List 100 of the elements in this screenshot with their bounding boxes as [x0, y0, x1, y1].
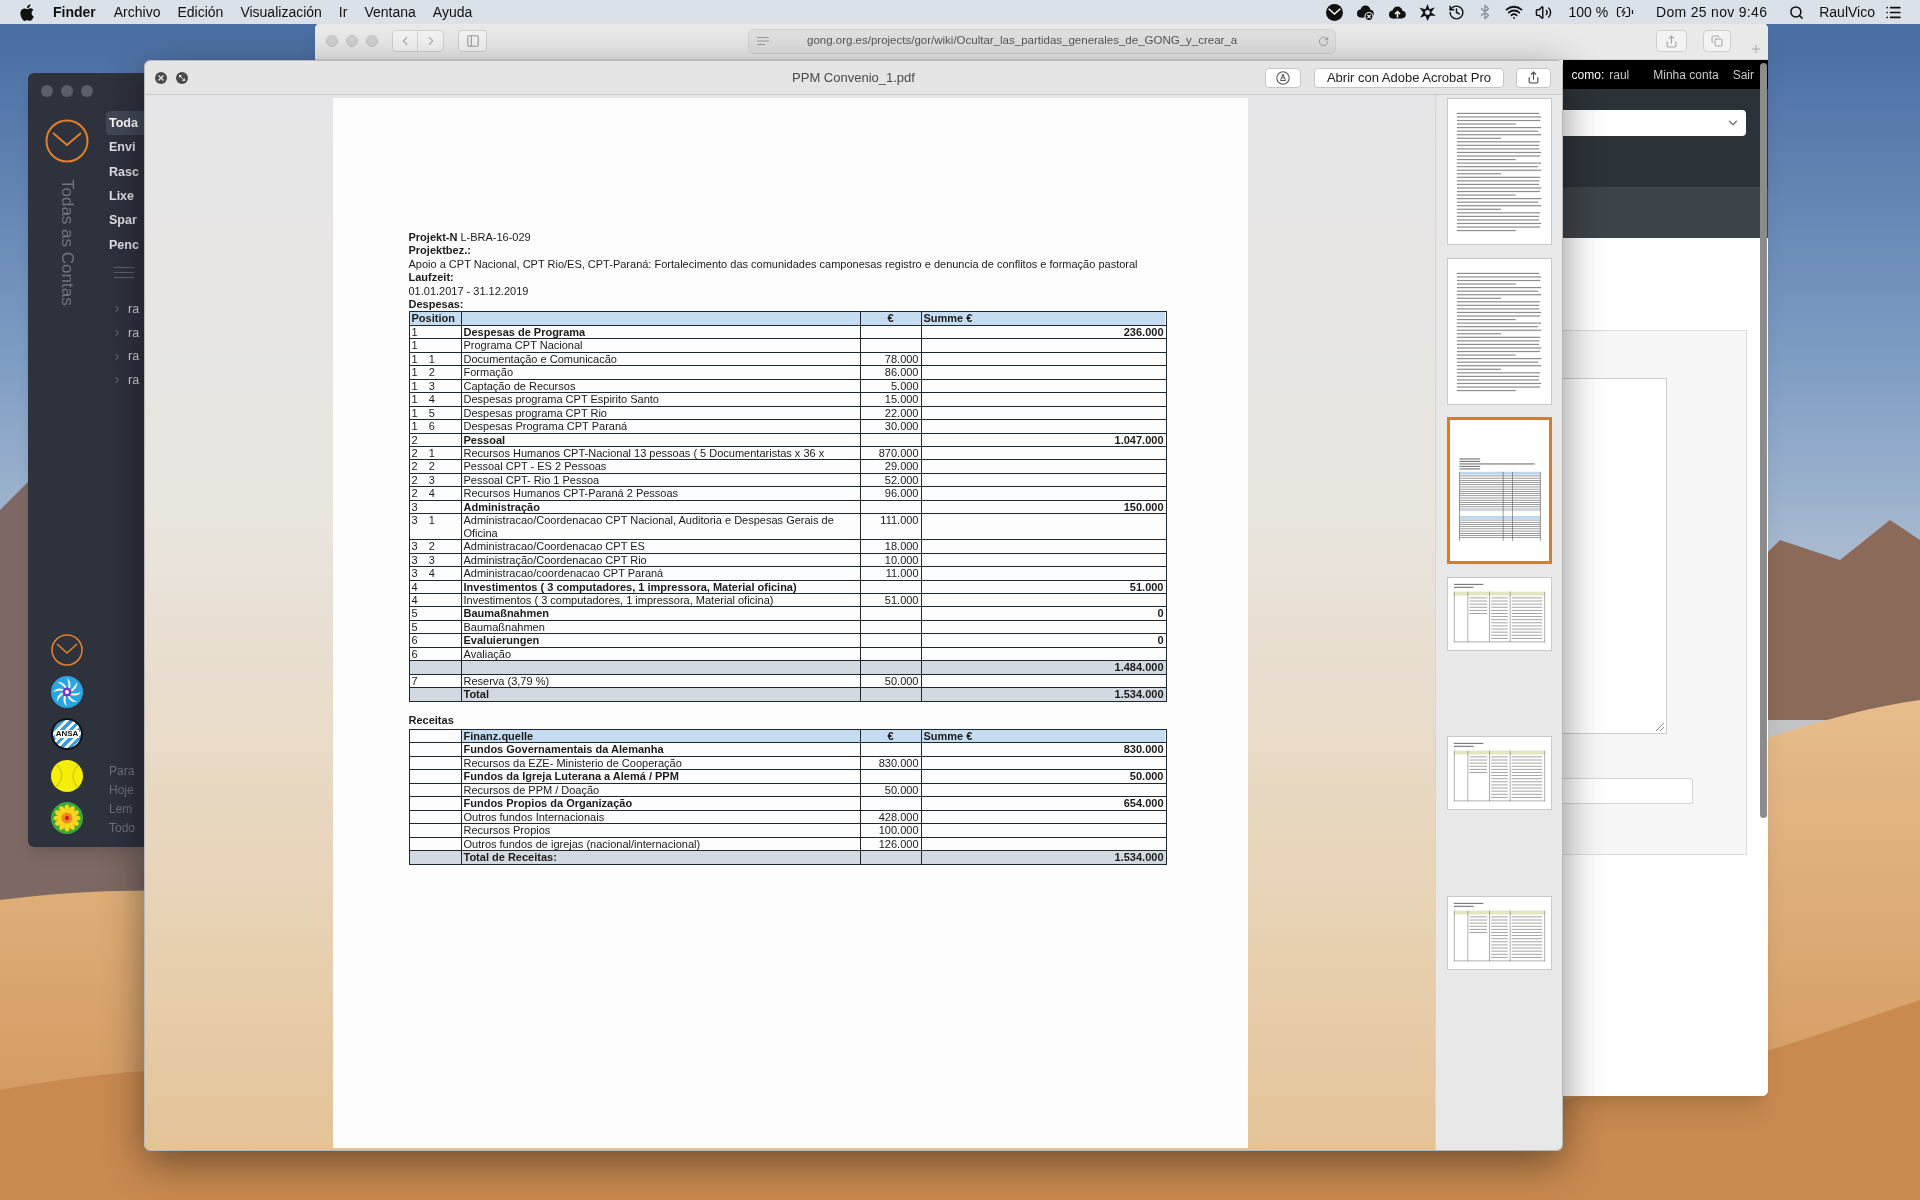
mailbox-item[interactable]: Rasc [106, 159, 144, 185]
table-cell: Investimentos ( 3 computadores, 1 impressora, Material oficina) [461, 593, 861, 607]
table-cell: 22.000 [860, 406, 922, 420]
table-cell: 3 3 [409, 553, 462, 567]
mailbox-item[interactable]: Lixe [106, 184, 144, 209]
table-cell: 52.000 [860, 473, 922, 487]
close-window-button[interactable] [326, 35, 338, 47]
table-cell: 2 [409, 433, 462, 446]
sidebar-title: Todas as Contas [58, 179, 76, 306]
star-burst-icon[interactable] [1419, 3, 1437, 21]
table-cell: 1 [409, 339, 462, 352]
tabs-button[interactable] [1703, 30, 1731, 52]
zoom-window-button[interactable] [80, 85, 93, 97]
cloud-x-icon[interactable] [1355, 3, 1376, 21]
field-label: Projektbez.: [408, 244, 471, 257]
field-value: 01.01.2017 - 31.12.2019 [408, 284, 529, 297]
account-item[interactable]: ra [128, 347, 140, 366]
field-label: Laufzeit: [408, 271, 454, 284]
table-cell: Outros fundos Internacionais [461, 810, 861, 824]
table-cell: 3 [409, 500, 462, 514]
menu-item[interactable]: Ventana [364, 1, 416, 23]
table-cell: 2 4 [409, 487, 462, 500]
reload-icon[interactable] [1318, 35, 1329, 47]
minimize-window-button[interactable] [346, 35, 358, 47]
apple-logo-icon[interactable] [20, 3, 34, 21]
input-field[interactable] [1563, 778, 1693, 804]
open-with-button[interactable]: Abrir con Adobe Acrobat Pro [1313, 67, 1504, 88]
search-icon[interactable] [1789, 4, 1805, 20]
page-thumbnail[interactable] [1446, 417, 1552, 565]
menu-item[interactable]: Edición [177, 1, 224, 23]
table-cell: Recursos Propios [461, 824, 861, 837]
table-cell: 1 [409, 325, 462, 339]
chevron-right-icon[interactable] [112, 351, 122, 362]
zoom-window-button[interactable] [366, 35, 378, 47]
close-button[interactable] [155, 71, 167, 84]
sunflower-icon[interactable] [51, 802, 83, 834]
mailbox-item[interactable]: Envi [106, 135, 144, 160]
page-thumbnail[interactable] [1446, 576, 1552, 651]
table-cell: Baumaßnahmen [461, 620, 861, 634]
menu-item[interactable]: Ir [338, 1, 348, 23]
speaker-icon[interactable] [1535, 3, 1553, 21]
close-window-button[interactable] [40, 85, 53, 97]
clock-arrow-icon[interactable] [1448, 3, 1466, 21]
table-cell: Evaluierungen [461, 634, 861, 647]
fullscreen-button[interactable] [176, 71, 188, 84]
scrollbar-thumb[interactable] [1760, 63, 1767, 818]
table-cell: 96.000 [860, 487, 922, 500]
nav-link[interactable]: Minha conta [1653, 65, 1719, 84]
page-thumbnail[interactable] [1446, 98, 1552, 245]
table-cell-text: 236.000 [1122, 325, 1165, 339]
menu-item[interactable]: Archivo [113, 1, 161, 23]
mailbox-item[interactable]: Toda [106, 111, 144, 136]
menu-clock[interactable]: Dom 25 nov 9:46 [1656, 1, 1768, 23]
table-cell-text: 654.000 [1122, 797, 1165, 810]
envelope-circle-icon[interactable] [1326, 3, 1344, 21]
chevron-right-icon[interactable] [112, 375, 122, 386]
text-lines-icon[interactable] [757, 37, 769, 45]
page-thumbnail[interactable] [1446, 895, 1552, 970]
account-item[interactable]: ra [128, 370, 140, 390]
sidebar-button[interactable] [458, 30, 487, 52]
page-thumbnail[interactable] [1446, 736, 1552, 811]
table-cell: Avaliação [461, 647, 861, 661]
user-name[interactable]: RaulVico [1819, 1, 1875, 23]
new-tab-icon[interactable] [1750, 43, 1762, 55]
account-avatar[interactable]: ANSA [51, 718, 83, 750]
field-value: Apoio a CPT Nacional, CPT Rio/ES, CPT-Paraná: Fortalecimento das comunidades camponesas registro e denuncia de conflitos e formação pastoral [408, 257, 1138, 270]
user-link[interactable]: raul [1609, 65, 1630, 84]
table-cell: 1 2 [409, 366, 462, 379]
tennis-ball-icon[interactable] [51, 760, 83, 792]
chevron-right-icon[interactable] [112, 327, 122, 338]
tabs-icon [1711, 35, 1723, 47]
menu-item[interactable]: Visualización [240, 1, 322, 23]
battery-percentage: 100 % [1568, 2, 1609, 22]
pinwheel-icon[interactable] [51, 676, 83, 708]
wifi-icon[interactable] [1505, 3, 1524, 21]
cloud-upload-icon[interactable] [1387, 4, 1408, 20]
table-cell: Pessoal CPT- Rio 1 Pessoa [461, 473, 861, 487]
table-cell: Administração/Coordenacao CPT Rio [461, 553, 861, 567]
mailbox-item[interactable]: Penc [106, 232, 144, 258]
share-button[interactable] [1516, 67, 1551, 88]
menu-item[interactable]: Finder [53, 1, 96, 23]
account-item[interactable]: ra [128, 299, 140, 319]
mailbox-item[interactable]: Spar [106, 208, 144, 233]
markup-button[interactable] [1264, 67, 1301, 88]
column-header: Summe € [921, 730, 1165, 743]
text-area-field[interactable] [1563, 378, 1667, 734]
menu-item[interactable]: Ayuda [432, 1, 473, 23]
table-cell: Recursos Humanos CPT-Nacional 13 pessoas ( 5 Documentaristas x 36 x [461, 446, 861, 460]
page-thumbnail[interactable] [1446, 257, 1552, 405]
resize-grip-icon[interactable] [1656, 723, 1664, 731]
chevron-right-icon[interactable] [112, 304, 122, 315]
menu-icon[interactable] [114, 267, 134, 279]
account-item[interactable]: ra [128, 323, 140, 343]
column-header: € [860, 312, 922, 325]
select-field[interactable] [1563, 110, 1746, 136]
minimize-window-button[interactable] [60, 85, 73, 97]
table-cell: 111.000 [860, 514, 922, 540]
address-field[interactable]: gong.org.es/projects/gor/wiki/Ocultar_las_partidas_generales_de_GONG_y_crear_a [748, 28, 1336, 54]
nav-link[interactable]: Sair [1732, 65, 1754, 84]
pen-circle-icon [1275, 70, 1290, 85]
